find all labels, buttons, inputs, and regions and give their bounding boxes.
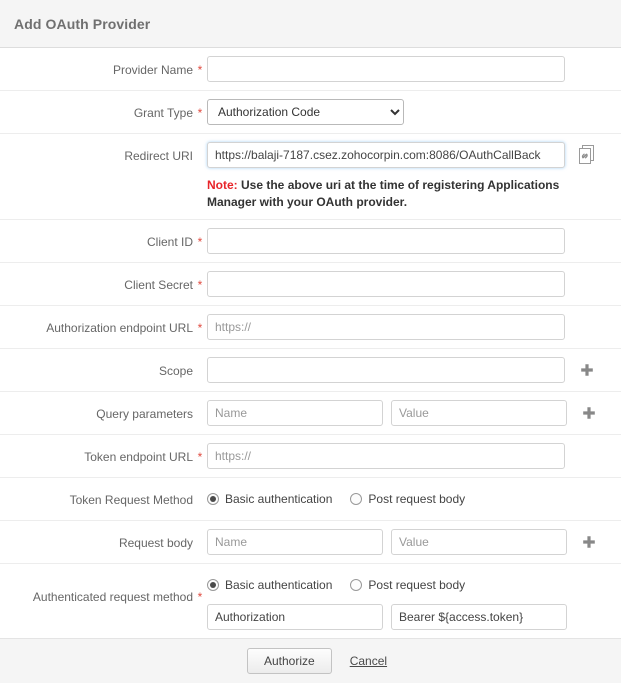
query-parameters-pair [207,400,567,426]
field-authenticated-request-method: Basic authentication Post request body [207,572,621,630]
label-client-secret: Client Secret [0,271,193,292]
field-query-parameters [207,400,621,426]
field-client-id [207,228,621,254]
scope-row [207,357,621,383]
required-marker-token-endpoint-url: * [193,443,207,464]
row-scope: Scope [0,349,621,392]
required-marker-provider-name: * [193,56,207,77]
label-client-id: Client ID [0,228,193,249]
panel-header: Add OAuth Provider [0,0,621,48]
cancel-button[interactable]: Cancel [350,654,387,668]
scope-input[interactable] [207,357,565,383]
client-secret-input[interactable] [207,271,565,297]
request-body-row [207,529,621,555]
required-marker-grant-type: * [193,99,207,120]
field-token-request-method: Basic authentication Post request body [207,486,621,512]
token-request-method-option-basic[interactable]: Basic authentication [207,492,332,506]
token-request-method-option-post-label: Post request body [368,492,465,506]
authenticated-request-method-radio-group: Basic authentication Post request body [207,572,621,598]
row-redirect-uri: Redirect URI No [0,134,621,220]
row-token-request-method: Token Request Method Basic authenticatio… [0,478,621,521]
field-authorization-endpoint-url [207,314,621,340]
label-query-parameters: Query parameters [0,400,193,421]
label-authenticated-request-method: Authenticated request method [0,572,193,604]
label-scope: Scope [0,357,193,378]
panel-footer: Authorize Cancel [0,638,621,683]
client-id-input[interactable] [207,228,565,254]
required-marker-client-secret: * [193,271,207,292]
authenticated-request-method-option-basic-label: Basic authentication [225,578,332,592]
required-marker-request-body [193,529,207,536]
label-redirect-uri: Redirect URI [0,142,193,163]
redirect-uri-note: Note: Use the above uri at the time of r… [207,177,577,211]
add-oauth-provider-panel: Add OAuth Provider Provider Name * Grant… [0,0,621,653]
row-query-parameters: Query parameters [0,392,621,435]
token-endpoint-url-input[interactable] [207,443,565,469]
token-request-method-option-basic-label: Basic authentication [225,492,332,506]
field-request-body [207,529,621,555]
authenticated-request-method-name-input[interactable] [207,604,383,630]
label-token-request-method: Token Request Method [0,486,193,507]
query-parameters-row [207,400,621,426]
request-body-name-input[interactable] [207,529,383,555]
copy-link-icon[interactable] [575,142,599,168]
label-provider-name: Provider Name [0,56,193,77]
radio-dot-icon [207,579,219,591]
request-body-value-input[interactable] [391,529,567,555]
request-body-pair [207,529,567,555]
token-request-method-option-post[interactable]: Post request body [350,492,465,506]
field-scope [207,357,621,383]
required-marker-query-parameters [193,400,207,407]
field-redirect-uri: Note: Use the above uri at the time of r… [207,142,621,211]
field-provider-name [207,56,621,82]
row-authenticated-request-method: Authenticated request method * Basic aut… [0,564,621,638]
radio-dot-icon [350,493,362,505]
row-client-id: Client ID * [0,220,621,263]
label-grant-type: Grant Type [0,99,193,120]
authorize-button[interactable]: Authorize [247,648,332,674]
field-client-secret [207,271,621,297]
grant-type-select[interactable]: Authorization Code [207,99,404,125]
required-marker-authorization-endpoint-url: * [193,314,207,335]
add-scope-plus-icon[interactable] [577,357,597,383]
add-query-parameter-plus-icon[interactable] [579,400,599,426]
page-title: Add OAuth Provider [14,16,150,32]
required-marker-authenticated-request-method: * [193,572,207,604]
authenticated-request-method-option-post[interactable]: Post request body [350,578,465,592]
oauth-provider-form: Provider Name * Grant Type * Authorizati… [0,48,621,638]
authorization-endpoint-url-input[interactable] [207,314,565,340]
field-grant-type: Authorization Code [207,99,621,125]
query-parameter-value-input[interactable] [391,400,567,426]
row-token-endpoint-url: Token endpoint URL * [0,435,621,478]
required-marker-token-request-method [193,486,207,493]
field-token-endpoint-url [207,443,621,469]
label-token-endpoint-url: Token endpoint URL [0,443,193,464]
row-authorization-endpoint-url: Authorization endpoint URL * [0,306,621,349]
authenticated-request-method-value-input[interactable] [391,604,567,630]
row-grant-type: Grant Type * Authorization Code [0,91,621,134]
note-text: Use the above uri at the time of registe… [207,178,559,209]
row-request-body: Request body [0,521,621,564]
row-client-secret: Client Secret * [0,263,621,306]
provider-name-input[interactable] [207,56,565,82]
required-marker-client-id: * [193,228,207,249]
label-authorization-endpoint-url: Authorization endpoint URL [0,314,193,335]
note-lead: Note: [207,178,238,192]
required-marker-scope [193,357,207,364]
add-request-body-plus-icon[interactable] [579,529,599,555]
row-provider-name: Provider Name * [0,48,621,91]
token-request-method-radio-group: Basic authentication Post request body [207,486,621,512]
radio-dot-icon [350,579,362,591]
required-marker-redirect-uri [193,142,207,149]
radio-dot-icon [207,493,219,505]
authenticated-request-method-option-basic[interactable]: Basic authentication [207,578,332,592]
redirect-uri-line [207,142,621,168]
authenticated-request-method-pair [207,604,621,630]
label-request-body: Request body [0,529,193,550]
redirect-uri-input[interactable] [207,142,565,168]
query-parameter-name-input[interactable] [207,400,383,426]
authenticated-request-method-option-post-label: Post request body [368,578,465,592]
